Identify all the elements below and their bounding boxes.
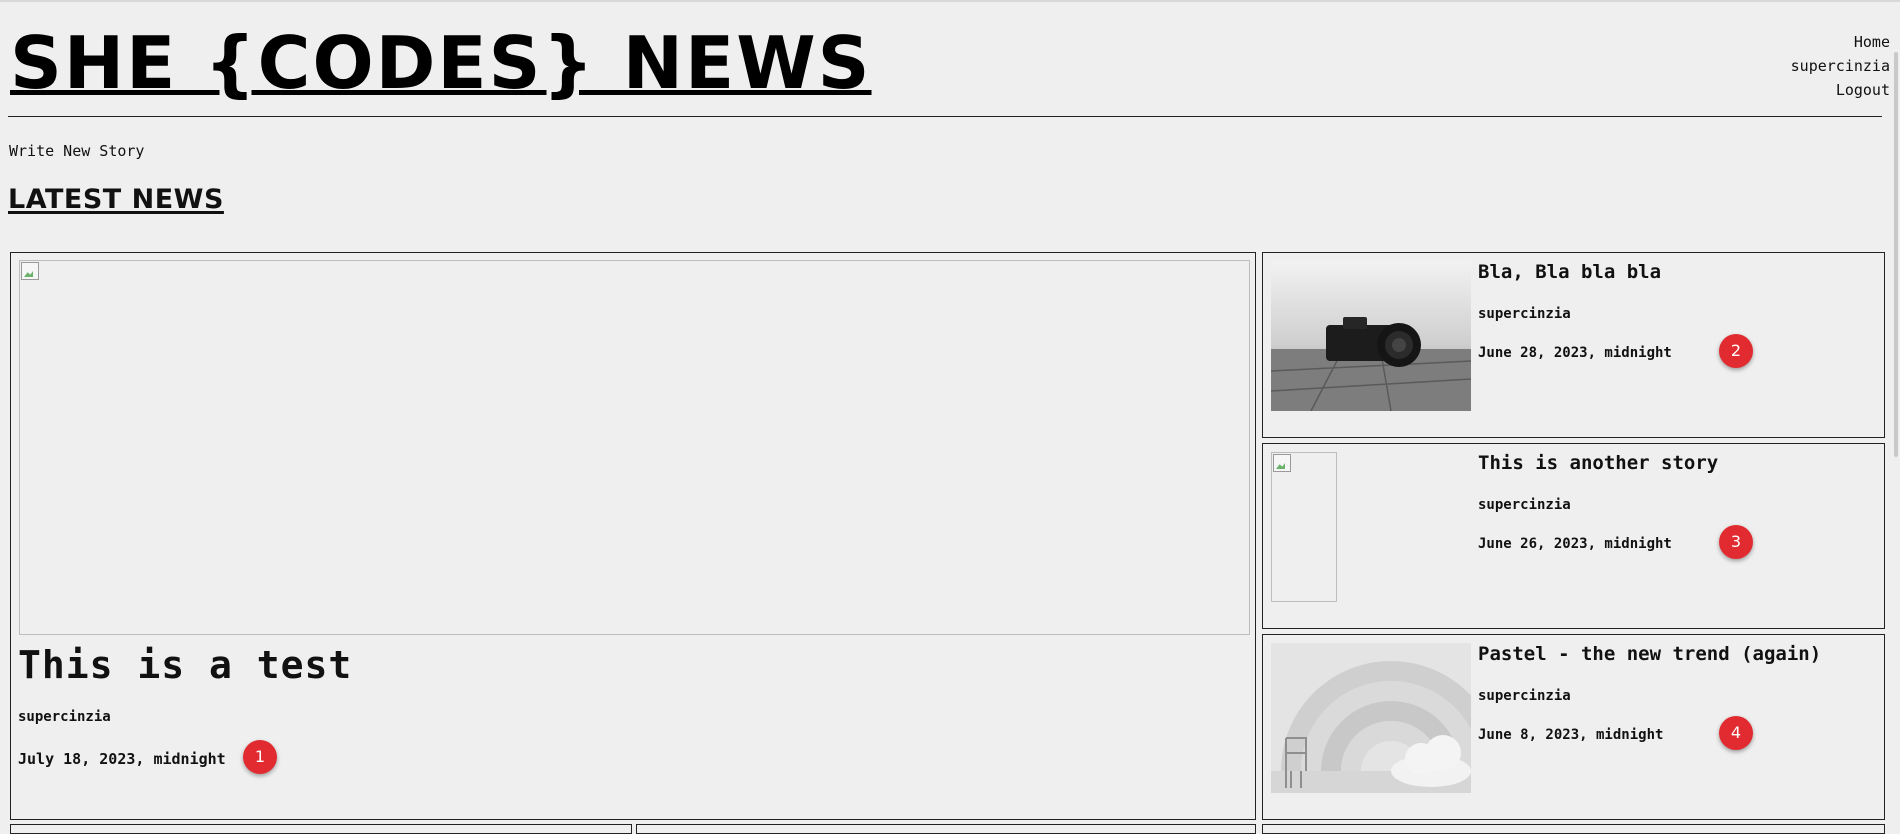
story-author: supercinzia (1478, 306, 1571, 322)
featured-story-card[interactable]: This is a test supercinzia July 18, 2023… (10, 252, 1256, 820)
broken-image-icon (1273, 454, 1291, 472)
marker-badge: 1 (243, 740, 277, 774)
broken-image-icon (21, 262, 39, 280)
story-card[interactable]: This is another story supercinzia June 2… (1262, 443, 1885, 629)
story-thumbnail-rainbow (1271, 643, 1471, 793)
main-nav: Home supercinzia Logout (1791, 30, 1890, 102)
story-card-partial[interactable] (10, 824, 632, 834)
marker-badge: 2 (1719, 334, 1753, 368)
story-title[interactable]: Bla, Bla bla bla (1478, 261, 1661, 283)
nav-user-link[interactable]: supercinzia (1791, 54, 1890, 78)
page-scrollbar[interactable] (1894, 52, 1898, 457)
story-date: June 26, 2023, midnight (1478, 536, 1672, 552)
nav-home-link[interactable]: Home (1791, 30, 1890, 54)
story-title[interactable]: Pastel - the new trend (again) (1478, 643, 1821, 665)
marker-badge: 4 (1719, 716, 1753, 750)
story-card[interactable]: Pastel - the new trend (again) supercinz… (1262, 634, 1885, 820)
story-author: supercinzia (1478, 497, 1571, 513)
story-title[interactable]: This is another story (1478, 452, 1718, 474)
story-card-partial[interactable] (636, 824, 1256, 834)
latest-news-heading: LATEST NEWS (8, 184, 224, 215)
story-author: supercinzia (1478, 688, 1571, 704)
story-card-partial[interactable] (1262, 824, 1885, 834)
story-author: supercinzia (18, 709, 111, 725)
story-title[interactable]: This is a test (18, 643, 352, 687)
write-new-story-link[interactable]: Write New Story (9, 142, 144, 160)
story-thumbnail (1271, 452, 1337, 602)
story-thumbnail-camera (1271, 261, 1471, 411)
story-date: June 8, 2023, midnight (1478, 727, 1664, 743)
marker-badge: 3 (1719, 525, 1753, 559)
story-card[interactable]: Bla, Bla bla bla supercinzia June 28, 20… (1262, 252, 1885, 438)
site-title[interactable]: SHE {CODES} NEWS (10, 18, 872, 108)
story-date: June 28, 2023, midnight (1478, 345, 1672, 361)
nav-logout-link[interactable]: Logout (1791, 78, 1890, 102)
story-date: July 18, 2023, midnight (18, 750, 226, 768)
featured-story-image (19, 260, 1250, 635)
site-header: SHE {CODES} NEWS Home supercinzia Logout (8, 2, 1890, 117)
